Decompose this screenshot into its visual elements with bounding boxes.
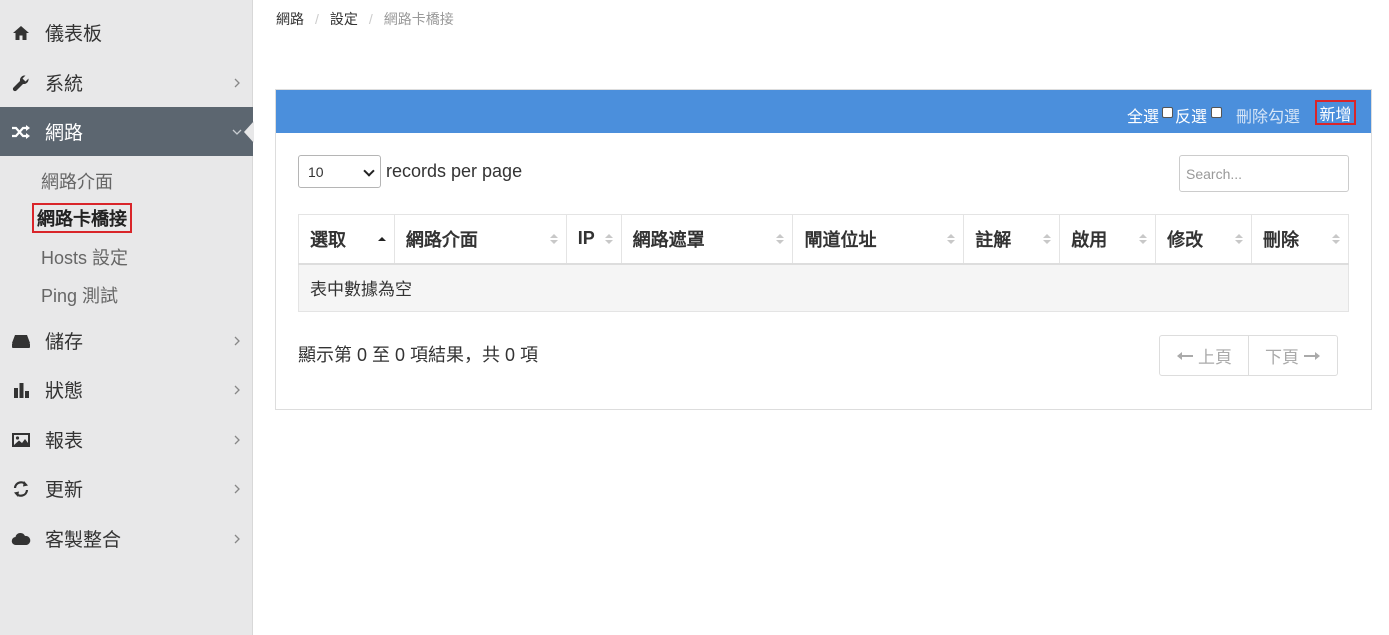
delete-checked-button[interactable]: 刪除勾選: [1236, 103, 1300, 127]
subnav-ping-test[interactable]: Ping 測試: [41, 282, 118, 308]
select-all-label: 全選: [1127, 109, 1160, 126]
shuffle-icon: [11, 122, 31, 142]
chevron-down-icon: [363, 165, 375, 177]
nav-item-custom-integration[interactable]: 客製整合: [0, 514, 253, 563]
wrench-icon: [11, 73, 31, 93]
chevron-right-icon: [234, 336, 240, 345]
breadcrumb-settings[interactable]: 設定: [330, 9, 358, 29]
breadcrumb-separator: /: [315, 11, 319, 27]
records-per-page-label: records per page: [386, 161, 523, 181]
nav-item-dashboard[interactable]: 儀表板: [0, 8, 253, 57]
empty-table-message: 表中數據為空: [298, 263, 1349, 312]
sort-icon: [1043, 233, 1052, 244]
invert-label: 反選: [1175, 109, 1208, 126]
bridge-table: 選取 網路介面 IP 網路遮罩 閘道位址 註解 啟用 修改 刪除 表中數據為空: [298, 214, 1349, 312]
nav-label: 更新: [45, 480, 84, 501]
chevron-down-icon: [232, 129, 242, 135]
sort-icon: [1139, 233, 1148, 244]
column-header-interface[interactable]: 網路介面: [393, 214, 567, 265]
chevron-right-icon: [234, 484, 240, 493]
nav-item-status[interactable]: 狀態: [0, 365, 253, 414]
add-button[interactable]: 新增: [1315, 100, 1356, 125]
sort-icon: [947, 233, 956, 244]
sort-asc-icon: [377, 236, 386, 241]
sort-icon: [604, 233, 613, 244]
chevron-right-icon: [234, 534, 240, 543]
nav-item-reports[interactable]: 報表: [0, 415, 253, 464]
page-length-select[interactable]: 10: [298, 155, 381, 188]
column-label: 網路遮罩: [632, 229, 705, 250]
active-pointer: [244, 120, 254, 143]
page-length-value: 10: [308, 163, 324, 180]
search-placeholder: Search...: [1186, 165, 1243, 182]
column-label: 修改: [1167, 229, 1204, 250]
column-label: 啟用: [1071, 229, 1108, 250]
sort-icon: [1332, 233, 1340, 244]
column-header-enabled[interactable]: 啟用: [1059, 214, 1157, 265]
column-header-edit[interactable]: 修改: [1155, 214, 1253, 265]
nav-item-update[interactable]: 更新: [0, 464, 253, 513]
nav-label: 客製整合: [45, 530, 122, 551]
arrow-left-icon: [1177, 351, 1193, 360]
arrow-right-icon: [1304, 351, 1320, 360]
breadcrumb-current: 網路卡橋接: [383, 11, 454, 27]
column-label: 註解: [975, 229, 1012, 250]
nav-label: 報表: [45, 431, 84, 452]
nav-item-storage[interactable]: 儲存: [0, 316, 253, 365]
column-label: 選取: [310, 229, 346, 250]
next-page-button[interactable]: 下頁: [1248, 336, 1337, 375]
chevron-right-icon: [234, 78, 240, 87]
bar-chart-icon: [11, 380, 31, 400]
breadcrumb-separator: /: [368, 11, 373, 27]
search-input[interactable]: Search...: [1179, 155, 1349, 192]
prev-page-label: 上頁: [1198, 348, 1232, 367]
invert-checkbox[interactable]: [1211, 107, 1222, 118]
sort-icon: [776, 233, 785, 244]
home-icon: [11, 23, 31, 43]
breadcrumb: 網路 / 設定 / 網路卡橋接: [276, 9, 454, 29]
next-page-label: 下頁: [1265, 348, 1299, 367]
panel-header: 全選 反選 刪除勾選 新增: [276, 90, 1371, 133]
nav-label: 系統: [45, 74, 84, 95]
column-label: 刪除: [1263, 229, 1300, 250]
column-header-netmask[interactable]: 網路遮罩: [620, 214, 794, 265]
sidebar: 儀表板 系統 網路 網路介面 網路卡橋接 Hosts 設定 Ping 測試 儲存…: [0, 0, 254, 635]
hdd-icon: [11, 331, 31, 351]
select-all-checkbox[interactable]: [1162, 107, 1173, 118]
column-header-ip[interactable]: IP: [565, 214, 622, 265]
image-icon: [11, 430, 31, 450]
table-row: 表中數據為空: [298, 263, 1349, 312]
nav-label: 狀態: [45, 381, 84, 402]
sort-icon: [549, 233, 558, 244]
column-label: 網路介面: [405, 229, 478, 250]
subnav-network-interface[interactable]: 網路介面: [41, 168, 113, 194]
breadcrumb-network[interactable]: 網路: [276, 9, 304, 29]
cloud-icon: [11, 529, 31, 549]
pagination: 上頁 下頁: [1159, 335, 1338, 376]
table-info: 顯示第 0 至 0 項結果，共 0 項: [298, 345, 539, 365]
column-header-select[interactable]: 選取: [298, 214, 395, 265]
chevron-right-icon: [234, 385, 240, 394]
refresh-icon: [11, 479, 31, 499]
sort-icon: [1235, 233, 1244, 244]
subnav-nic-bridge[interactable]: 網路卡橋接: [32, 203, 132, 233]
column-header-comment[interactable]: 註解: [963, 214, 1061, 265]
nav-item-network[interactable]: 網路: [0, 107, 254, 156]
nav-label: 儀表板: [45, 24, 103, 45]
subnav-hosts-settings[interactable]: Hosts 設定: [41, 244, 128, 270]
column-header-gateway[interactable]: 閘道位址: [792, 214, 965, 265]
bridge-panel: 全選 反選 刪除勾選 新增 10 records per page Search…: [275, 89, 1372, 410]
column-label: 閘道位址: [804, 229, 877, 250]
column-label: IP: [577, 228, 595, 249]
chevron-right-icon: [234, 435, 240, 444]
nav-label: 儲存: [45, 332, 84, 353]
nav-label: 網路: [45, 123, 84, 144]
prev-page-button[interactable]: 上頁: [1160, 336, 1248, 375]
nav-item-system[interactable]: 系統: [0, 58, 253, 107]
table-header-row: 選取 網路介面 IP 網路遮罩 閘道位址 註解 啟用 修改 刪除: [298, 214, 1349, 265]
column-header-delete[interactable]: 刪除: [1251, 214, 1349, 265]
